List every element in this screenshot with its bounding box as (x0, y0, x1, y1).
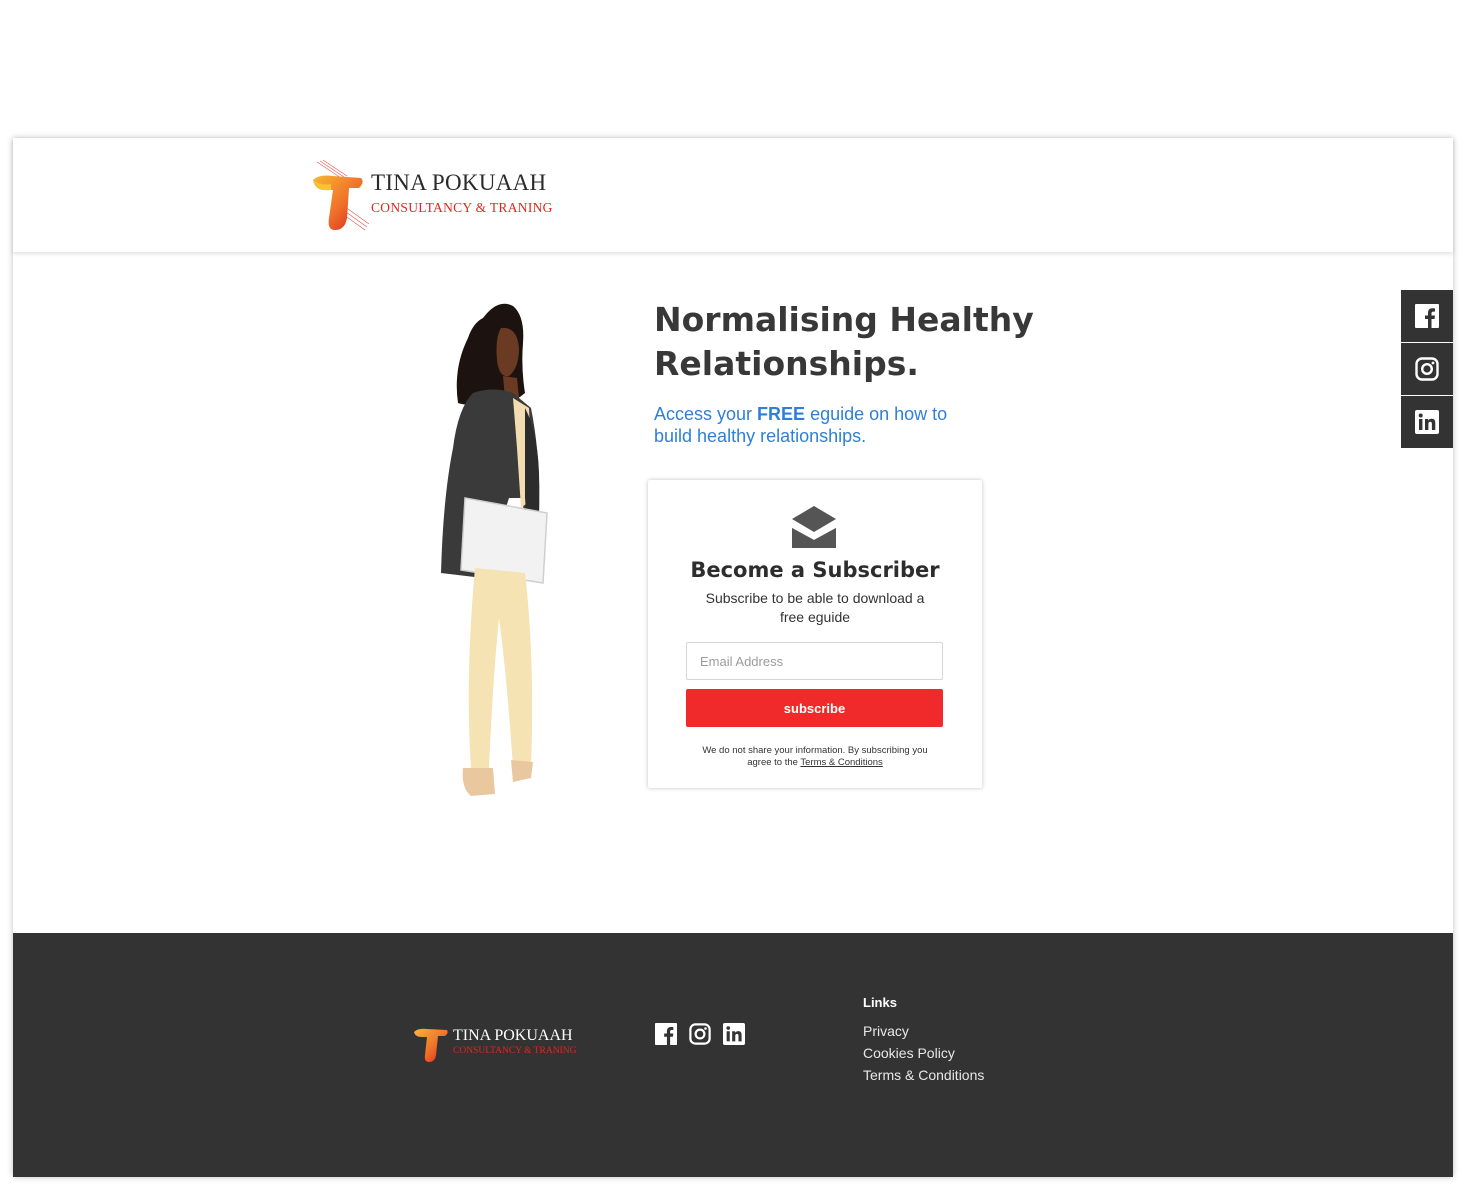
footer-links-heading: Links (863, 995, 897, 1010)
hero-subline: Access your FREE eguide on how to build … (654, 403, 974, 447)
site-header: TINA POKUAAH CONSULTANCY & TRANING (13, 138, 1453, 252)
facebook-icon[interactable] (655, 1023, 677, 1045)
hero-subline-free: FREE (757, 404, 806, 424)
instagram-icon[interactable] (689, 1023, 711, 1045)
social-sidebar (1401, 290, 1453, 449)
hero-headline: Normalising Healthy Relationships. (654, 300, 1034, 383)
instagram-icon (1415, 357, 1439, 381)
subscribe-disclaimer: We do not share your information. By sub… (698, 745, 932, 769)
footer-links: Links Privacy Cookies Policy Terms & Con… (863, 995, 984, 1086)
footer-link-privacy[interactable]: Privacy (863, 1020, 984, 1042)
linkedin-icon[interactable] (723, 1023, 745, 1045)
brand-tagline: CONSULTANCY & TRANING (371, 200, 553, 215)
facebook-icon (1415, 304, 1439, 328)
linkedin-icon (1415, 410, 1439, 434)
footer-brand-tagline: CONSULTANCY & TRANING (453, 1046, 577, 1056)
logo-mark-icon (313, 160, 369, 231)
footer-social-links (655, 1023, 745, 1045)
brand-logo[interactable]: TINA POKUAAH CONSULTANCY & TRANING (311, 160, 571, 232)
site-footer: TINA POKUAAH CONSULTANCY & TRANING Links… (13, 933, 1453, 1177)
subscribe-button[interactable]: subscribe (686, 689, 943, 727)
terms-link[interactable]: Terms & Conditions (800, 757, 882, 768)
footer-brand-name: TINA POKUAAH (453, 1027, 573, 1044)
footer-link-terms[interactable]: Terms & Conditions (863, 1064, 984, 1086)
email-input[interactable] (686, 642, 943, 680)
footer-link-cookies[interactable]: Cookies Policy (863, 1042, 984, 1064)
subscribe-title: Become a Subscriber (690, 558, 940, 582)
instagram-button[interactable] (1401, 343, 1453, 395)
hero-portrait-image (441, 303, 548, 796)
subscribe-description: Subscribe to be able to download a free … (705, 590, 925, 625)
hero-subline-prefix: Access your (654, 404, 758, 424)
facebook-button[interactable] (1401, 290, 1453, 342)
envelope-open-icon (792, 506, 836, 548)
footer-logo[interactable]: TINA POKUAAH CONSULTANCY & TRANING (413, 1023, 593, 1063)
brand-name: TINA POKUAAH (371, 170, 547, 195)
subscribe-card: Become a Subscriber Subscribe to be able… (648, 480, 982, 788)
footer-logo-mark-icon (414, 1028, 448, 1062)
page-frame: TINA POKUAAH CONSULTANCY & TRANING Norma… (13, 138, 1453, 1177)
linkedin-button[interactable] (1401, 396, 1453, 448)
